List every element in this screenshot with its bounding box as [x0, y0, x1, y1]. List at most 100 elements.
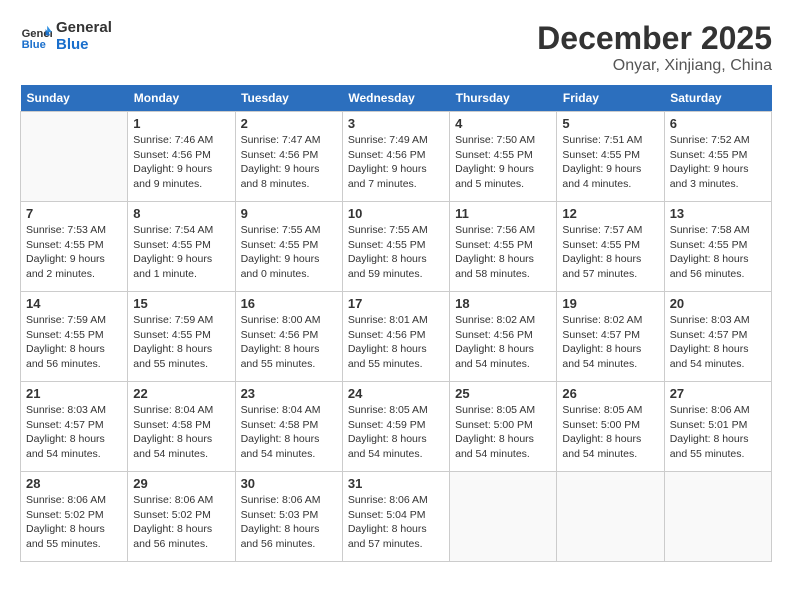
- day-info: Sunrise: 7:47 AMSunset: 4:56 PMDaylight:…: [241, 133, 337, 192]
- logo-icon: General Blue: [20, 21, 52, 53]
- calendar-cell: 2Sunrise: 7:47 AMSunset: 4:56 PMDaylight…: [235, 112, 342, 202]
- week-row-0: 1 Sunrise: 7:46 AMSunset: 4:56 PMDaylight…: [21, 112, 772, 202]
- day-info: Sunrise: 7:49 AMSunset: 4:56 PMDaylight:…: [348, 133, 444, 192]
- day-number: 18: [455, 296, 551, 311]
- calendar-cell: 25 Sunrise: 8:05 AMSunset: 5:00 PMDayligh…: [450, 382, 557, 472]
- day-number: 15: [133, 296, 229, 311]
- day-info: Sunrise: 7:55 AMSunset: 4:55 PMDaylight:…: [241, 223, 337, 282]
- calendar-cell: 20 Sunrise: 8:03 AMSunset: 4:57 PMDayligh…: [664, 292, 771, 382]
- calendar-cell: 31 Sunrise: 8:06 AMSunset: 5:04 PMDayligh…: [342, 472, 449, 562]
- calendar-cell: 14 Sunrise: 7:59 AMSunset: 4:55 PMDayligh…: [21, 292, 128, 382]
- calendar-cell: 19 Sunrise: 8:02 AMSunset: 4:57 PMDayligh…: [557, 292, 664, 382]
- day-number: 28: [26, 476, 122, 491]
- day-info: Sunrise: 8:06 AMSunset: 5:02 PMDaylight:…: [26, 493, 122, 552]
- day-info: Sunrise: 7:59 AMSunset: 4:55 PMDaylight:…: [26, 313, 122, 372]
- week-row-2: 14 Sunrise: 7:59 AMSunset: 4:55 PMDayligh…: [21, 292, 772, 382]
- calendar-cell: [664, 472, 771, 562]
- weekday-friday: Friday: [557, 85, 664, 112]
- calendar-cell: 16 Sunrise: 8:00 AMSunset: 4:56 PMDayligh…: [235, 292, 342, 382]
- day-number: 1: [133, 116, 229, 131]
- logo: General Blue General Blue: [20, 20, 112, 53]
- weekday-wednesday: Wednesday: [342, 85, 449, 112]
- calendar-cell: 9 Sunrise: 7:55 AMSunset: 4:55 PMDaylight…: [235, 202, 342, 292]
- calendar-table: SundayMondayTuesdayWednesdayThursdayFrid…: [20, 85, 772, 562]
- calendar-cell: 7 Sunrise: 7:53 AMSunset: 4:55 PMDaylight…: [21, 202, 128, 292]
- day-info: Sunrise: 7:46 AMSunset: 4:56 PMDaylight:…: [133, 133, 229, 192]
- day-info: Sunrise: 7:59 AMSunset: 4:55 PMDaylight:…: [133, 313, 229, 372]
- calendar-cell: 12Sunrise: 7:57 AMSunset: 4:55 PMDayligh…: [557, 202, 664, 292]
- week-row-4: 28 Sunrise: 8:06 AMSunset: 5:02 PMDayligh…: [21, 472, 772, 562]
- calendar-cell: 5Sunrise: 7:51 AMSunset: 4:55 PMDaylight…: [557, 112, 664, 202]
- calendar-cell: [450, 472, 557, 562]
- day-number: 22: [133, 386, 229, 401]
- day-info: Sunrise: 7:58 AMSunset: 4:55 PMDaylight:…: [670, 223, 766, 282]
- day-info: Sunrise: 8:06 AMSunset: 5:01 PMDaylight:…: [670, 403, 766, 462]
- calendar-cell: 29Sunrise: 8:06 AMSunset: 5:02 PMDayligh…: [128, 472, 235, 562]
- day-number: 4: [455, 116, 551, 131]
- calendar-cell: 23 Sunrise: 8:04 AMSunset: 4:58 PMDayligh…: [235, 382, 342, 472]
- day-info: Sunrise: 7:55 AMSunset: 4:55 PMDaylight:…: [348, 223, 444, 282]
- day-number: 16: [241, 296, 337, 311]
- day-info: Sunrise: 8:06 AMSunset: 5:03 PMDaylight:…: [241, 493, 337, 552]
- day-number: 17: [348, 296, 444, 311]
- month-title: December 2025: [537, 20, 772, 57]
- day-info: Sunrise: 8:03 AMSunset: 4:57 PMDaylight:…: [670, 313, 766, 372]
- calendar-cell: 4 Sunrise: 7:50 AMSunset: 4:55 PMDaylight…: [450, 112, 557, 202]
- weekday-header-row: SundayMondayTuesdayWednesdayThursdayFrid…: [21, 85, 772, 112]
- day-number: 10: [348, 206, 444, 221]
- logo-line2: Blue: [56, 37, 112, 54]
- weekday-thursday: Thursday: [450, 85, 557, 112]
- day-info: Sunrise: 7:51 AMSunset: 4:55 PMDaylight:…: [562, 133, 658, 192]
- day-number: 23: [241, 386, 337, 401]
- calendar-cell: 6Sunrise: 7:52 AMSunset: 4:55 PMDaylight…: [664, 112, 771, 202]
- day-number: 30: [241, 476, 337, 491]
- calendar-cell: 8Sunrise: 7:54 AMSunset: 4:55 PMDaylight…: [128, 202, 235, 292]
- day-info: Sunrise: 7:52 AMSunset: 4:55 PMDaylight:…: [670, 133, 766, 192]
- day-number: 25: [455, 386, 551, 401]
- day-info: Sunrise: 8:03 AMSunset: 4:57 PMDaylight:…: [26, 403, 122, 462]
- day-number: 3: [348, 116, 444, 131]
- calendar-cell: 30 Sunrise: 8:06 AMSunset: 5:03 PMDayligh…: [235, 472, 342, 562]
- day-info: Sunrise: 8:05 AMSunset: 5:00 PMDaylight:…: [455, 403, 551, 462]
- day-info: Sunrise: 8:00 AMSunset: 4:56 PMDaylight:…: [241, 313, 337, 372]
- week-row-1: 7 Sunrise: 7:53 AMSunset: 4:55 PMDaylight…: [21, 202, 772, 292]
- day-number: 9: [241, 206, 337, 221]
- day-number: 31: [348, 476, 444, 491]
- calendar-cell: 15 Sunrise: 7:59 AMSunset: 4:55 PMDayligh…: [128, 292, 235, 382]
- calendar-cell: 13 Sunrise: 7:58 AMSunset: 4:55 PMDayligh…: [664, 202, 771, 292]
- day-number: 11: [455, 206, 551, 221]
- day-info: Sunrise: 7:53 AMSunset: 4:55 PMDaylight:…: [26, 223, 122, 282]
- day-info: Sunrise: 8:05 AMSunset: 5:00 PMDaylight:…: [562, 403, 658, 462]
- calendar-cell: 10 Sunrise: 7:55 AMSunset: 4:55 PMDayligh…: [342, 202, 449, 292]
- day-info: Sunrise: 8:02 AMSunset: 4:57 PMDaylight:…: [562, 313, 658, 372]
- day-info: Sunrise: 8:06 AMSunset: 5:02 PMDaylight:…: [133, 493, 229, 552]
- calendar-cell: 1 Sunrise: 7:46 AMSunset: 4:56 PMDaylight…: [128, 112, 235, 202]
- weekday-saturday: Saturday: [664, 85, 771, 112]
- calendar-cell: 21Sunrise: 8:03 AMSunset: 4:57 PMDayligh…: [21, 382, 128, 472]
- calendar-cell: 24Sunrise: 8:05 AMSunset: 4:59 PMDayligh…: [342, 382, 449, 472]
- day-info: Sunrise: 7:50 AMSunset: 4:55 PMDaylight:…: [455, 133, 551, 192]
- svg-text:Blue: Blue: [22, 39, 46, 51]
- location-title: Onyar, Xinjiang, China: [537, 57, 772, 75]
- day-info: Sunrise: 7:56 AMSunset: 4:55 PMDaylight:…: [455, 223, 551, 282]
- weekday-sunday: Sunday: [21, 85, 128, 112]
- day-info: Sunrise: 8:02 AMSunset: 4:56 PMDaylight:…: [455, 313, 551, 372]
- week-row-3: 21Sunrise: 8:03 AMSunset: 4:57 PMDayligh…: [21, 382, 772, 472]
- day-number: 20: [670, 296, 766, 311]
- calendar-cell: 27Sunrise: 8:06 AMSunset: 5:01 PMDayligh…: [664, 382, 771, 472]
- calendar-body: 1 Sunrise: 7:46 AMSunset: 4:56 PMDaylight…: [21, 112, 772, 562]
- weekday-monday: Monday: [128, 85, 235, 112]
- day-info: Sunrise: 8:04 AMSunset: 4:58 PMDaylight:…: [241, 403, 337, 462]
- day-info: Sunrise: 8:04 AMSunset: 4:58 PMDaylight:…: [133, 403, 229, 462]
- day-number: 24: [348, 386, 444, 401]
- calendar-cell: 26Sunrise: 8:05 AMSunset: 5:00 PMDayligh…: [557, 382, 664, 472]
- calendar-cell: 22 Sunrise: 8:04 AMSunset: 4:58 PMDayligh…: [128, 382, 235, 472]
- day-number: 14: [26, 296, 122, 311]
- day-number: 19: [562, 296, 658, 311]
- day-number: 8: [133, 206, 229, 221]
- day-info: Sunrise: 7:57 AMSunset: 4:55 PMDaylight:…: [562, 223, 658, 282]
- day-number: 13: [670, 206, 766, 221]
- day-info: Sunrise: 8:01 AMSunset: 4:56 PMDaylight:…: [348, 313, 444, 372]
- day-number: 7: [26, 206, 122, 221]
- day-info: Sunrise: 8:06 AMSunset: 5:04 PMDaylight:…: [348, 493, 444, 552]
